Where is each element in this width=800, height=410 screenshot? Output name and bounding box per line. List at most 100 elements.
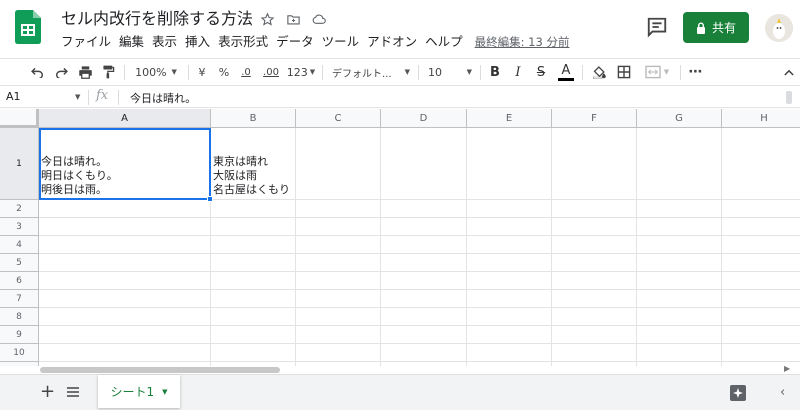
cell-f4[interactable] (552, 236, 637, 254)
row-header-10[interactable]: 10 (0, 344, 39, 362)
menu-file[interactable]: ファイル (61, 34, 111, 50)
bold-button[interactable]: B (486, 59, 504, 85)
chevron-down-icon[interactable]: ▼ (75, 93, 80, 101)
menu-tools[interactable]: ツール (322, 34, 360, 50)
font-family-select[interactable]: デフォルト... ▼ (330, 59, 412, 85)
cell-f2[interactable] (552, 200, 637, 218)
cell-a3[interactable] (39, 218, 211, 236)
cell-g3[interactable] (637, 218, 722, 236)
column-header-d[interactable]: D (381, 109, 467, 128)
merge-cells-icon[interactable]: ▼ (640, 59, 674, 85)
move-folder-icon[interactable] (284, 10, 302, 28)
cell-g7[interactable] (637, 290, 722, 308)
row-header-8[interactable]: 8 (0, 308, 39, 326)
cell-g8[interactable] (637, 308, 722, 326)
cell-f10[interactable] (552, 344, 637, 362)
select-all-corner[interactable] (0, 109, 39, 128)
side-panel-toggle-icon[interactable]: ‹ (780, 385, 785, 400)
cell-c1[interactable] (296, 128, 381, 200)
cell-d3[interactable] (381, 218, 467, 236)
paint-format-icon[interactable] (98, 59, 118, 85)
cell-b5[interactable] (211, 254, 296, 272)
cell-c6[interactable] (296, 272, 381, 290)
column-header-f[interactable]: F (552, 109, 637, 128)
row-header-5[interactable]: 5 (0, 254, 39, 272)
font-size-select[interactable]: 10 ▼ (424, 59, 476, 85)
cell-g9[interactable] (637, 326, 722, 344)
star-icon[interactable] (258, 10, 276, 28)
column-header-e[interactable]: E (467, 109, 552, 128)
cell-b3[interactable] (211, 218, 296, 236)
cell-d2[interactable] (381, 200, 467, 218)
cell-b7[interactable] (211, 290, 296, 308)
column-header-g[interactable]: G (637, 109, 722, 128)
cell-h2[interactable] (722, 200, 800, 218)
cell-e5[interactable] (467, 254, 552, 272)
cell-f6[interactable] (552, 272, 637, 290)
cell-h4[interactable] (722, 236, 800, 254)
chevron-down-icon[interactable]: ▼ (162, 388, 167, 396)
row-header-3[interactable]: 3 (0, 218, 39, 236)
cell-c3[interactable] (296, 218, 381, 236)
cell-a8[interactable] (39, 308, 211, 326)
cell-d6[interactable] (381, 272, 467, 290)
cell-d8[interactable] (381, 308, 467, 326)
increase-decimal-button[interactable]: .00 (259, 59, 283, 85)
column-header-a[interactable]: A (39, 109, 211, 128)
cell-b10[interactable] (211, 344, 296, 362)
last-edit-link[interactable]: 最終編集: 13 分前 (475, 34, 570, 50)
cell-h1[interactable] (722, 128, 800, 200)
cell-a9[interactable] (39, 326, 211, 344)
cell-f7[interactable] (552, 290, 637, 308)
italic-button[interactable]: I (509, 59, 527, 85)
number-format-select[interactable]: 123 ▼ (285, 59, 317, 85)
cell-h5[interactable] (722, 254, 800, 272)
cell-e1[interactable] (467, 128, 552, 200)
cell-a10[interactable] (39, 344, 211, 362)
cell-h9[interactable] (722, 326, 800, 344)
row-header-6[interactable]: 6 (0, 272, 39, 290)
name-box[interactable]: A1 (6, 90, 21, 103)
cell-c8[interactable] (296, 308, 381, 326)
formula-input[interactable]: 今日は晴れ。 (130, 90, 196, 106)
cell-b6[interactable] (211, 272, 296, 290)
cell-e8[interactable] (467, 308, 552, 326)
menu-data[interactable]: データ (276, 34, 314, 50)
cell-c10[interactable] (296, 344, 381, 362)
cell-b2[interactable] (211, 200, 296, 218)
undo-icon[interactable] (27, 59, 47, 85)
cell-h7[interactable] (722, 290, 800, 308)
cell-c9[interactable] (296, 326, 381, 344)
row-header-9[interactable]: 9 (0, 326, 39, 344)
cell-a4[interactable] (39, 236, 211, 254)
cell-d5[interactable] (381, 254, 467, 272)
cell-b1[interactable]: 東京は晴れ 大阪は雨 名古屋はくもり (211, 128, 296, 200)
fill-handle[interactable] (207, 196, 213, 202)
cell-e6[interactable] (467, 272, 552, 290)
cell-f8[interactable] (552, 308, 637, 326)
cell-g5[interactable] (637, 254, 722, 272)
cell-g6[interactable] (637, 272, 722, 290)
cell-e4[interactable] (467, 236, 552, 254)
cell-h6[interactable] (722, 272, 800, 290)
decrease-decimal-button[interactable]: .0 (236, 59, 256, 85)
column-header-h[interactable]: H (722, 109, 800, 128)
cell-e2[interactable] (467, 200, 552, 218)
menu-format[interactable]: 表示形式 (218, 34, 268, 50)
sheets-logo-icon[interactable] (15, 10, 41, 44)
percent-format-button[interactable]: % (216, 59, 232, 85)
explore-icon[interactable] (730, 385, 746, 401)
borders-icon[interactable] (614, 59, 634, 85)
add-sheet-icon[interactable]: + (40, 383, 55, 401)
cell-f1[interactable] (552, 128, 637, 200)
cell-d10[interactable] (381, 344, 467, 362)
cell-d1[interactable] (381, 128, 467, 200)
sheet-tab[interactable]: シート1 ▼ (98, 375, 180, 408)
cell-a6[interactable] (39, 272, 211, 290)
menu-view[interactable]: 表示 (152, 34, 177, 50)
cell-f5[interactable] (552, 254, 637, 272)
horizontal-scroll-thumb[interactable] (40, 367, 280, 373)
cell-f3[interactable] (552, 218, 637, 236)
text-color-button[interactable]: A (556, 59, 576, 85)
cell-g10[interactable] (637, 344, 722, 362)
